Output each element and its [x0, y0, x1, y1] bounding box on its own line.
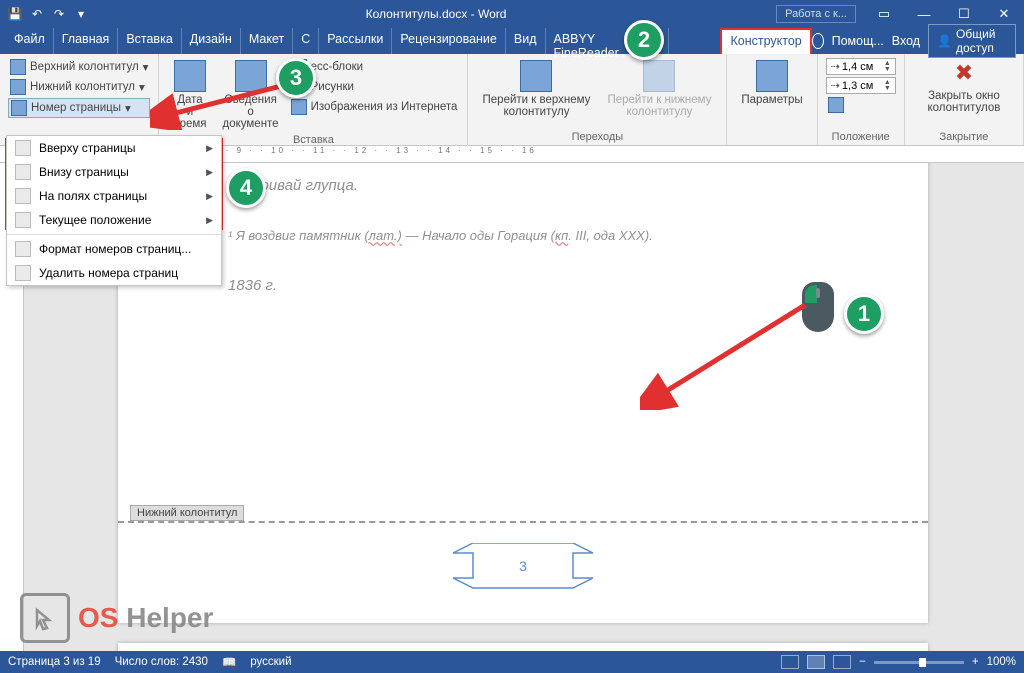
margin-bottom-icon: ⇢	[831, 79, 840, 92]
status-spellcheck-icon[interactable]: 📖	[222, 655, 236, 669]
callout-1: 1	[844, 294, 884, 334]
zoom-slider[interactable]	[874, 661, 964, 664]
tab-design[interactable]: Дизайн	[182, 28, 241, 54]
status-bar: Страница 3 из 19 Число слов: 2430 📖 русс…	[0, 651, 1024, 673]
align-tab-button[interactable]	[826, 96, 896, 114]
page-number-banner[interactable]: 3	[443, 543, 603, 593]
online-pictures-button[interactable]: Изображения из Интернета	[289, 98, 460, 116]
menu-top-of-page[interactable]: Вверху страницы▶	[7, 136, 221, 160]
remove-icon	[15, 265, 31, 281]
menu-current-position[interactable]: Текущее положение▶	[7, 208, 221, 232]
goto-header-icon	[520, 60, 552, 92]
status-language[interactable]: русский	[250, 656, 291, 668]
document-title: Колонтитулы.docx - Word	[96, 7, 776, 21]
feedback-icon[interactable]	[812, 33, 824, 49]
group-navigation: Перейти к верхнему колонтитулу Перейти к…	[468, 54, 727, 145]
margin-top-icon: ⇢	[831, 60, 840, 73]
qat-customize-icon[interactable]: ▾	[72, 5, 90, 23]
share-button[interactable]: 👤 Общий доступ	[928, 24, 1016, 58]
tab-constructor[interactable]: Конструктор	[720, 28, 811, 54]
footer-zone[interactable]: Нижний колонтитул 3	[118, 521, 928, 611]
tab-file[interactable]: Файл	[6, 28, 54, 54]
page-1: оспаривай глупца. ¹ Я воздвиг памятник (…	[118, 163, 928, 623]
close-header-footer-button[interactable]: ✖Закрыть окно колонтитулов	[913, 58, 1015, 116]
footer-button[interactable]: Нижний колонтитул▾	[8, 78, 150, 96]
header-icon	[10, 59, 26, 75]
online-pic-icon	[291, 99, 307, 115]
mouse-icon	[802, 282, 834, 332]
callout-2: 2	[624, 20, 664, 60]
view-web-icon[interactable]	[833, 655, 851, 669]
tab-layout[interactable]: Макет	[241, 28, 293, 54]
params-icon	[756, 60, 788, 92]
undo-icon[interactable]: ↶	[28, 5, 46, 23]
header-margin-input[interactable]: ⇢▲▼	[826, 58, 896, 75]
watermark-cursor-icon	[20, 593, 70, 643]
group-header-footer: Верхний колонтитул▾ Нижний колонтитул▾ Н…	[0, 54, 159, 145]
goto-footer-button: Перейти к нижнему колонтитулу	[601, 58, 719, 120]
zoom-in-icon[interactable]: +	[972, 656, 979, 668]
page-2: Верхний колонтитул OS-Helper.ru Моцарт и…	[118, 643, 928, 651]
tab-insert[interactable]: Вставка	[118, 28, 181, 54]
calendar-icon	[174, 60, 206, 92]
header-button[interactable]: Верхний колонтитул▾	[8, 58, 150, 76]
ribbon: Верхний колонтитул▾ Нижний колонтитул▾ Н…	[0, 54, 1024, 146]
close-x-icon: ✖	[950, 60, 978, 88]
menu-bottom-of-page[interactable]: Внизу страницы▶	[7, 160, 221, 184]
tab-home[interactable]: Главная	[54, 28, 119, 54]
title-bar: 💾 ↶ ↷ ▾ Колонтитулы.docx - Word Работа с…	[0, 0, 1024, 28]
page-number-menu: Вверху страницы▶ Внизу страницы▶ На поля…	[6, 135, 222, 286]
page-number-value: 3	[519, 558, 527, 574]
signin-link[interactable]: Вход	[892, 34, 920, 48]
tab-review[interactable]: Рецензирование	[392, 28, 506, 54]
menu-format-numbers[interactable]: Формат номеров страниц...	[7, 237, 221, 261]
menu-page-margins[interactable]: На полях страницы▶	[7, 184, 221, 208]
quick-access-toolbar: 💾 ↶ ↷ ▾	[0, 5, 96, 23]
page-number-icon	[11, 100, 27, 116]
share-icon: 👤	[937, 34, 952, 48]
top-page-icon	[15, 140, 31, 156]
tab-references[interactable]: С	[293, 28, 319, 54]
group-position: ⇢▲▼ ⇢▲▼ Положение	[818, 54, 905, 145]
align-icon	[828, 97, 844, 113]
tab-view[interactable]: Вид	[506, 28, 546, 54]
date-time-button[interactable]: Дата и время	[167, 58, 212, 132]
zoom-level[interactable]: 100%	[987, 656, 1016, 668]
doc-info-button[interactable]: Сведения о документе	[217, 58, 285, 132]
callout-3: 3	[276, 58, 316, 98]
goto-header-button[interactable]: Перейти к верхнему колонтитулу	[476, 58, 596, 120]
goto-footer-icon	[643, 60, 675, 92]
menu-remove-numbers[interactable]: Удалить номера страниц	[7, 261, 221, 285]
bottom-page-icon	[15, 164, 31, 180]
footer-tag: Нижний колонтитул	[130, 505, 244, 521]
ribbon-options-icon[interactable]: ▭	[864, 0, 904, 28]
group-close: ✖Закрыть окно колонтитулов Закрытие	[905, 54, 1024, 145]
footer-icon	[10, 79, 26, 95]
view-print-icon[interactable]	[807, 655, 825, 669]
context-tab-group: Работа с к...	[776, 5, 856, 23]
redo-icon[interactable]: ↷	[50, 5, 68, 23]
help-link[interactable]: Помощ...	[832, 34, 884, 48]
status-page[interactable]: Страница 3 из 19	[8, 656, 101, 668]
current-pos-icon	[15, 212, 31, 228]
ribbon-tabs: Файл Главная Вставка Дизайн Макет С Расс…	[0, 28, 1024, 54]
page-number-button[interactable]: Номер страницы▾	[8, 98, 150, 118]
callout-4: 4	[226, 168, 266, 208]
docinfo-icon	[235, 60, 267, 92]
tab-mailings[interactable]: Рассылки	[319, 28, 392, 54]
group-options: Параметры	[727, 54, 817, 145]
params-button[interactable]: Параметры	[735, 58, 808, 108]
margins-icon	[15, 188, 31, 204]
status-words[interactable]: Число слов: 2430	[115, 656, 208, 668]
zoom-out-icon[interactable]: −	[859, 656, 866, 668]
view-read-icon[interactable]	[781, 655, 799, 669]
save-icon[interactable]: 💾	[6, 5, 24, 23]
group-insert: Дата и время Сведения о документе есс-бл…	[159, 54, 468, 145]
footer-margin-input[interactable]: ⇢▲▼	[826, 77, 896, 94]
format-icon	[15, 241, 31, 257]
watermark: OS Helper	[20, 593, 213, 643]
